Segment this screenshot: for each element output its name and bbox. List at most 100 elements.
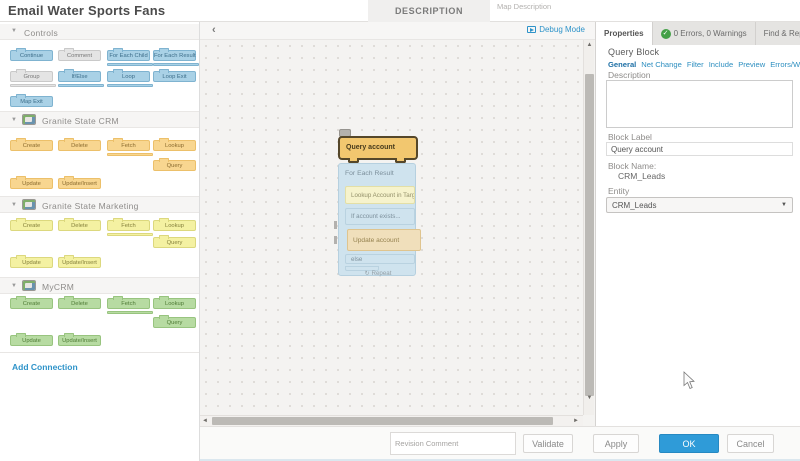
sidebar-divider bbox=[0, 352, 199, 353]
collapse-caret-icon[interactable]: ▼ bbox=[11, 202, 17, 208]
palette-block-map-exit[interactable]: Map Exit bbox=[10, 96, 53, 107]
palette-block-fetch[interactable]: Fetch bbox=[107, 140, 150, 151]
palette-block-lookup[interactable]: Lookup bbox=[153, 220, 196, 231]
ok-button[interactable]: OK bbox=[659, 434, 719, 453]
tab-find-replace[interactable]: Find & Replace bbox=[756, 22, 800, 45]
palette-block-group[interactable]: Group bbox=[10, 71, 53, 82]
tab-errors-warnings[interactable]: ✓0 Errors, 0 Warnings bbox=[653, 22, 756, 45]
vertical-scrollbar-thumb[interactable] bbox=[585, 74, 594, 396]
section-header-granite-state-crm[interactable]: ▼ Granite State CRM bbox=[0, 111, 199, 128]
if-account-exists-block[interactable]: If account exists... bbox=[345, 208, 415, 225]
mycrm-connection-icon bbox=[22, 280, 36, 291]
validate-button[interactable]: Validate bbox=[523, 434, 573, 453]
subtab-link-errors-warnings[interactable]: Errors/Warnings bbox=[770, 60, 800, 69]
properties-panel: Properties ✓0 Errors, 0 Warnings Find & … bbox=[595, 22, 800, 426]
dropdown-caret-icon: ▼ bbox=[781, 198, 787, 213]
palette-block-for-each-child[interactable]: For Each Child bbox=[107, 50, 150, 61]
scroll-up-icon[interactable]: ▲ bbox=[584, 42, 595, 48]
query-account-block[interactable]: Query account bbox=[338, 136, 418, 160]
block-label-label: Block Label bbox=[608, 132, 652, 142]
map-description-field[interactable]: Map Description bbox=[497, 2, 551, 11]
section-header-granite-state-marketing[interactable]: ▼ Granite State Marketing bbox=[0, 196, 199, 213]
subtab-link-general[interactable]: General bbox=[608, 60, 636, 69]
revision-comment-input[interactable] bbox=[390, 432, 516, 455]
horizontal-scrollbar-thumb[interactable] bbox=[212, 417, 553, 425]
query-block-heading: Query Block bbox=[608, 47, 659, 57]
palette-block-update[interactable]: Update bbox=[10, 178, 53, 189]
section-header-mycrm[interactable]: ▼ MyCRM bbox=[0, 277, 199, 294]
palette-block-tail bbox=[58, 84, 104, 87]
palette-block-query[interactable]: Query bbox=[153, 317, 196, 328]
block-label-input[interactable] bbox=[606, 142, 793, 156]
success-check-icon: ✓ bbox=[661, 29, 671, 39]
cancel-button[interactable]: Cancel bbox=[727, 434, 774, 453]
subtab-link-preview[interactable]: Preview bbox=[738, 60, 765, 69]
palette-block-loop-exit[interactable]: Loop Exit bbox=[153, 71, 196, 82]
granite-state-crm-connection-icon bbox=[22, 114, 36, 125]
subtab-link-filter[interactable]: Filter bbox=[687, 60, 704, 69]
palette-block-update-insert[interactable]: Update/Insert bbox=[58, 178, 101, 189]
scroll-right-icon[interactable]: ► bbox=[573, 418, 579, 424]
palette-block-delete[interactable]: Delete bbox=[58, 220, 101, 231]
block-name-label: Block Name: bbox=[608, 161, 656, 171]
palette-block-lookup[interactable]: Lookup bbox=[153, 298, 196, 309]
debug-mode-icon bbox=[527, 26, 536, 33]
horizontal-scrollbar[interactable]: ◄ ► bbox=[200, 415, 583, 426]
else-block[interactable]: else bbox=[345, 254, 415, 264]
palette-block-comment[interactable]: Comment bbox=[58, 50, 101, 61]
canvas-toolbar: ‹ Debug Mode bbox=[200, 22, 595, 40]
palette-block-fetch[interactable]: Fetch bbox=[107, 298, 150, 309]
palette-block-continue[interactable]: Continue bbox=[10, 50, 53, 61]
for-each-result-block[interactable]: For Each Result Lookup Account in Target… bbox=[338, 163, 416, 276]
header-bar: Email Water Sports Fans DESCRIPTION Map … bbox=[0, 0, 800, 22]
palette-block-tail bbox=[107, 63, 153, 66]
vertical-scrollbar[interactable]: ▲ ▼ bbox=[583, 40, 594, 415]
description-tab[interactable]: DESCRIPTION bbox=[368, 0, 490, 22]
palette-block-update[interactable]: Update bbox=[10, 257, 53, 268]
palette-block-create[interactable]: Create bbox=[10, 220, 53, 231]
palette-block-update-insert[interactable]: Update/Insert bbox=[58, 335, 101, 346]
palette-block-for-each-result[interactable]: For Each Result bbox=[153, 50, 196, 61]
tab-properties[interactable]: Properties bbox=[596, 22, 653, 45]
debug-mode-link[interactable]: Debug Mode bbox=[527, 25, 585, 34]
entity-select[interactable]: CRM_Leads ▼ bbox=[606, 197, 793, 213]
section-header-controls[interactable]: ▼ Controls bbox=[0, 24, 199, 40]
palette-block-query[interactable]: Query bbox=[153, 160, 196, 171]
palette-block-update-insert[interactable]: Update/Insert bbox=[58, 257, 101, 268]
resize-handle[interactable] bbox=[334, 236, 337, 244]
palette-block-query[interactable]: Query bbox=[153, 237, 196, 248]
description-label: Description bbox=[608, 70, 651, 80]
palette-block-delete[interactable]: Delete bbox=[58, 298, 101, 309]
properties-subtab-links: GeneralNet ChangeFilterIncludePreviewErr… bbox=[608, 60, 796, 69]
description-textarea[interactable] bbox=[606, 80, 793, 128]
page-title: Email Water Sports Fans bbox=[8, 3, 165, 18]
update-account-block[interactable]: Update account bbox=[347, 229, 421, 251]
collapse-caret-icon[interactable]: ▼ bbox=[11, 117, 17, 123]
scroll-left-icon[interactable]: ◄ bbox=[202, 418, 208, 424]
subtab-link-net-change[interactable]: Net Change bbox=[641, 60, 682, 69]
map-canvas[interactable]: ‹ Debug Mode Query account For Each Resu… bbox=[200, 22, 595, 426]
palette-block-tail bbox=[153, 63, 199, 66]
palette-block-tail bbox=[107, 233, 153, 236]
collapse-caret-icon[interactable]: ▼ bbox=[11, 28, 17, 34]
palette-block-create[interactable]: Create bbox=[10, 140, 53, 151]
scroll-down-icon[interactable]: ▼ bbox=[584, 395, 595, 401]
palette-block-fetch[interactable]: Fetch bbox=[107, 220, 150, 231]
canvas-grid[interactable]: Query account For Each Result Lookup Acc… bbox=[200, 40, 583, 415]
palette-block-delete[interactable]: Delete bbox=[58, 140, 101, 151]
lookup-account-in-target-block[interactable]: Lookup Account in Target bbox=[345, 186, 415, 204]
palette-block-update[interactable]: Update bbox=[10, 335, 53, 346]
collapse-sidebar-icon[interactable]: ‹ bbox=[212, 24, 216, 36]
palette-block-if-else[interactable]: If/Else bbox=[58, 71, 101, 82]
block-palette-sidebar: ▼ Controls ▼ Granite State CRM ▼ Granite… bbox=[0, 22, 200, 461]
apply-button[interactable]: Apply bbox=[593, 434, 639, 453]
palette-block-tail bbox=[107, 311, 153, 314]
palette-block-lookup[interactable]: Lookup bbox=[153, 140, 196, 151]
resize-handle[interactable] bbox=[334, 221, 337, 229]
properties-tab-bar: Properties ✓0 Errors, 0 Warnings Find & … bbox=[596, 22, 800, 45]
subtab-link-include[interactable]: Include bbox=[709, 60, 734, 69]
palette-block-create[interactable]: Create bbox=[10, 298, 53, 309]
add-connection-link[interactable]: Add Connection bbox=[12, 362, 78, 372]
palette-block-loop[interactable]: Loop bbox=[107, 71, 150, 82]
collapse-caret-icon[interactable]: ▼ bbox=[11, 283, 17, 289]
